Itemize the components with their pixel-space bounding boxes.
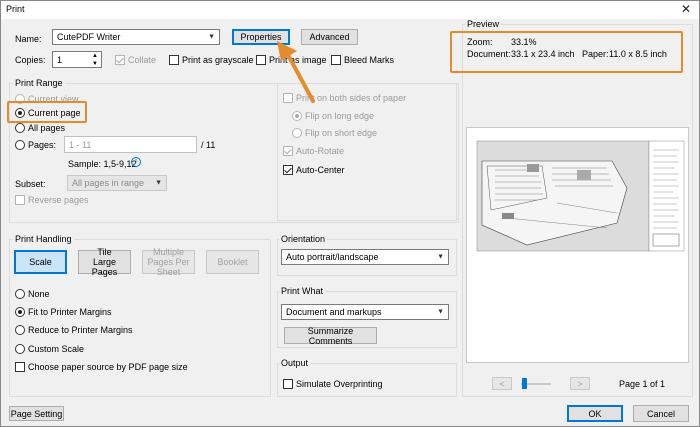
stepper-arrows-icon[interactable]: ▲ ▼ xyxy=(92,52,98,68)
print-what-title: Print What xyxy=(279,286,326,296)
close-icon[interactable]: ✕ xyxy=(681,2,691,16)
page-indicator: Page 1 of 1 xyxy=(619,379,666,389)
page-slider-thumb[interactable] xyxy=(522,378,527,389)
scale-none-radio[interactable] xyxy=(15,289,25,299)
title-bar: Print ✕ xyxy=(1,1,699,19)
tile-large-pages-button[interactable]: Tile Large Pages xyxy=(78,247,131,277)
subset-label: Subset: xyxy=(15,179,46,189)
choose-source-checkbox[interactable] xyxy=(15,362,25,372)
copies-value: 1 xyxy=(57,54,63,65)
pages-radio[interactable] xyxy=(15,140,25,150)
current-page-highlight xyxy=(7,101,87,123)
chevron-down-icon: ▼ xyxy=(208,33,215,41)
preview-title: Preview xyxy=(465,19,502,29)
preview-info-highlight xyxy=(450,31,683,73)
chevron-down-icon: ▼ xyxy=(437,308,444,316)
multiple-pages-button[interactable]: Multiple Pages Per Sheet xyxy=(142,247,195,277)
chevron-down-icon: ▼ xyxy=(437,253,444,261)
grayscale-label: Print as grayscale xyxy=(182,55,254,65)
collate-checkbox[interactable] xyxy=(115,55,125,65)
flip-long-radio[interactable] xyxy=(292,111,302,121)
all-pages-radio[interactable] xyxy=(15,123,25,133)
print-what-select-value: Document and markups xyxy=(286,307,382,317)
reverse-pages-label: Reverse pages xyxy=(28,195,89,205)
bleed-marks-label: Bleed Marks xyxy=(344,55,395,65)
collate-label: Collate xyxy=(128,55,157,65)
pages-sample-hint: Sample: 1,5-9,12 xyxy=(68,159,137,169)
auto-center-checkbox[interactable] xyxy=(283,165,293,175)
copies-label: Copies: xyxy=(15,55,46,65)
print-handling-title: Print Handling xyxy=(13,234,74,244)
print-what-select[interactable]: Document and markups ▼ xyxy=(281,304,449,320)
output-title: Output xyxy=(279,358,311,368)
chevron-down-icon: ▼ xyxy=(155,179,162,187)
previous-page-button[interactable]: < xyxy=(492,377,512,390)
print-dialog: Print ✕ Name: CutePDF Writer ▼ Propertie… xyxy=(0,0,700,427)
orientation-select-value: Auto portrait/landscape xyxy=(286,252,379,262)
info-icon[interactable]: i xyxy=(131,157,141,167)
flip-short-radio[interactable] xyxy=(292,128,302,138)
custom-scale-radio[interactable] xyxy=(15,344,25,354)
printer-name-label: Name: xyxy=(15,34,42,44)
pages-input[interactable]: 1 - 11 xyxy=(64,136,197,153)
subset-select[interactable]: All pages in range ▼ xyxy=(67,175,167,191)
pages-label: Pages: xyxy=(28,140,57,150)
copies-stepper[interactable]: 1 ▲ ▼ xyxy=(52,51,102,68)
auto-rotate-checkbox[interactable] xyxy=(283,146,293,156)
subset-select-value: All pages in range xyxy=(72,178,145,188)
print-as-image-checkbox[interactable] xyxy=(256,55,266,65)
page-setting-button[interactable]: Page Setting xyxy=(9,406,64,421)
pages-input-placeholder: 1 - 11 xyxy=(69,139,92,150)
auto-rotate-label: Auto-Rotate xyxy=(296,146,345,156)
cancel-button[interactable]: Cancel xyxy=(633,405,689,422)
printer-select-value: CutePDF Writer xyxy=(57,32,121,42)
custom-scale-label: Custom Scale xyxy=(28,344,85,354)
grayscale-checkbox[interactable] xyxy=(169,55,179,65)
scale-button[interactable]: Scale xyxy=(14,250,67,274)
printer-select[interactable]: CutePDF Writer ▼ xyxy=(52,29,220,45)
preview-pane xyxy=(466,127,689,363)
flip-short-label: Flip on short edge xyxy=(305,128,378,138)
choose-source-label: Choose paper source by PDF page size xyxy=(28,362,188,372)
ok-button[interactable]: OK xyxy=(567,405,623,422)
fit-margins-label: Fit to Printer Margins xyxy=(28,307,112,317)
window-title: Print xyxy=(6,4,25,14)
reverse-pages-checkbox[interactable] xyxy=(15,195,25,205)
simulate-overprinting-label: Simulate Overprinting xyxy=(296,379,383,389)
next-page-button[interactable]: > xyxy=(570,377,590,390)
scale-none-label: None xyxy=(28,289,50,299)
arrow-annotation-icon xyxy=(277,41,315,103)
auto-center-label: Auto-Center xyxy=(296,165,345,175)
orientation-select[interactable]: Auto portrait/landscape ▼ xyxy=(281,249,449,265)
preview-page-thumbnail xyxy=(476,140,685,252)
summarize-comments-button[interactable]: Summarize Comments xyxy=(284,326,377,346)
reduce-margins-radio[interactable] xyxy=(15,325,25,335)
flip-long-label: Flip on long edge xyxy=(305,111,375,121)
fit-margins-radio[interactable] xyxy=(15,307,25,317)
orientation-title: Orientation xyxy=(279,234,328,244)
bleed-marks-checkbox[interactable] xyxy=(331,55,341,65)
pages-total: / 11 xyxy=(201,140,216,150)
reduce-margins-label: Reduce to Printer Margins xyxy=(28,325,133,335)
print-range-title: Print Range xyxy=(13,78,65,88)
all-pages-label: All pages xyxy=(28,123,66,133)
simulate-overprinting-checkbox[interactable] xyxy=(283,379,293,389)
booklet-button[interactable]: Booklet xyxy=(206,250,259,274)
